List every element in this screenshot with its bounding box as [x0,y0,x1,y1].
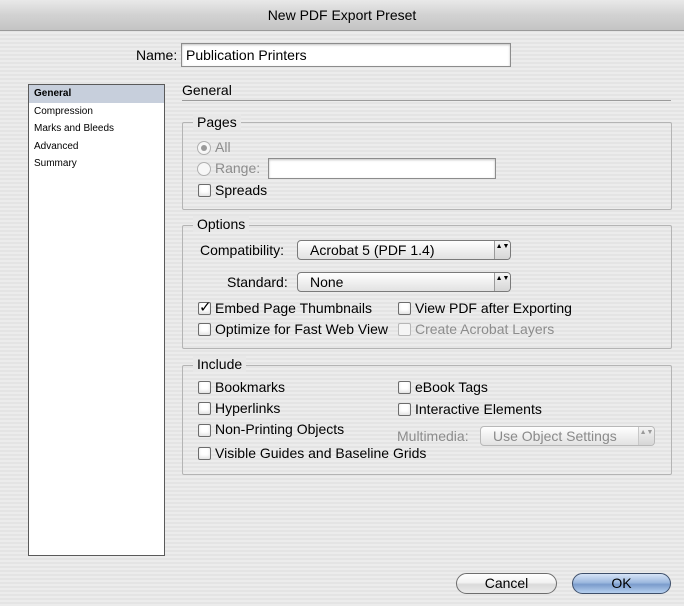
sidebar-item-marks-and-bleeds[interactable]: Marks and Bleeds [29,120,164,138]
pages-group-title: Pages [193,114,241,130]
sidebar-item-advanced[interactable]: Advanced [29,138,164,156]
multimedia-label: Multimedia: [397,428,469,444]
all-pages-label: All [215,139,231,155]
bookmarks-checkbox[interactable] [198,381,211,394]
sidebar-item-general[interactable]: General [29,85,164,103]
ebook-tags-checkbox[interactable] [398,381,411,394]
section-title: General [182,82,671,101]
hyperlinks-checkbox[interactable] [198,402,211,415]
ok-button[interactable]: OK [572,573,671,594]
section-title-text: General [182,82,232,98]
ebook-tags-label: eBook Tags [415,379,488,395]
multimedia-value: Use Object Settings [493,428,617,444]
name-input[interactable]: Publication Printers [181,43,511,67]
nonprinting-label: Non-Printing Objects [215,421,345,437]
embed-thumbnails-checkbox[interactable]: ✓ [198,299,212,316]
standard-label: Standard: [227,274,288,290]
multimedia-popup[interactable]: Use Object Settings ▲▼ [480,426,655,446]
compatibility-popup[interactable]: Acrobat 5 (PDF 1.4) ▲▼ [297,240,511,260]
range-input[interactable] [268,158,496,179]
acrobat-layers-label: Create Acrobat Layers [415,321,555,337]
popup-arrows-icon: ▲▼ [638,427,654,445]
title-bar[interactable]: New PDF Export Preset [0,0,684,31]
compatibility-label: Compatibility: [200,242,285,258]
view-pdf-checkbox[interactable] [398,302,411,315]
hyperlinks-label: Hyperlinks [215,400,281,416]
interactive-elements-checkbox[interactable] [398,403,411,416]
sidebar-item-summary[interactable]: Summary [29,155,164,173]
range-radio[interactable] [197,162,211,176]
sidebar-item-compression[interactable]: Compression [29,103,164,121]
guides-checkbox[interactable] [198,447,211,460]
optimize-web-checkbox[interactable] [198,323,211,336]
popup-arrows-icon: ▲▼ [494,273,510,291]
sidebar-list: General Compression Marks and Bleeds Adv… [28,84,165,556]
options-group-title: Options [193,216,250,232]
standard-popup[interactable]: None ▲▼ [297,272,511,292]
nonprinting-checkbox[interactable] [198,424,211,437]
spreads-checkbox[interactable] [198,184,211,197]
spreads-label: Spreads [215,182,268,198]
optimize-web-label: Optimize for Fast Web View [215,321,388,337]
compatibility-value: Acrobat 5 (PDF 1.4) [310,242,435,258]
standard-value: None [310,274,344,290]
guides-label: Visible Guides and Baseline Grids [215,445,427,461]
name-label: Name: [136,47,178,63]
embed-thumbnails-label: Embed Page Thumbnails [215,300,372,316]
dialog-window: New PDF Export Preset Name: Publication … [0,0,684,606]
range-label: Range: [215,160,261,176]
popup-arrows-icon: ▲▼ [494,241,510,259]
cancel-button[interactable]: Cancel [456,573,557,594]
all-pages-radio[interactable] [197,141,211,155]
interactive-elements-label: Interactive Elements [415,401,542,417]
window-title: New PDF Export Preset [267,7,417,23]
bookmarks-label: Bookmarks [215,379,286,395]
view-pdf-label: View PDF after Exporting [415,300,572,316]
checkmark-icon: ✓ [199,299,212,316]
include-group-title: Include [193,356,247,372]
acrobat-layers-checkbox[interactable] [398,323,411,336]
